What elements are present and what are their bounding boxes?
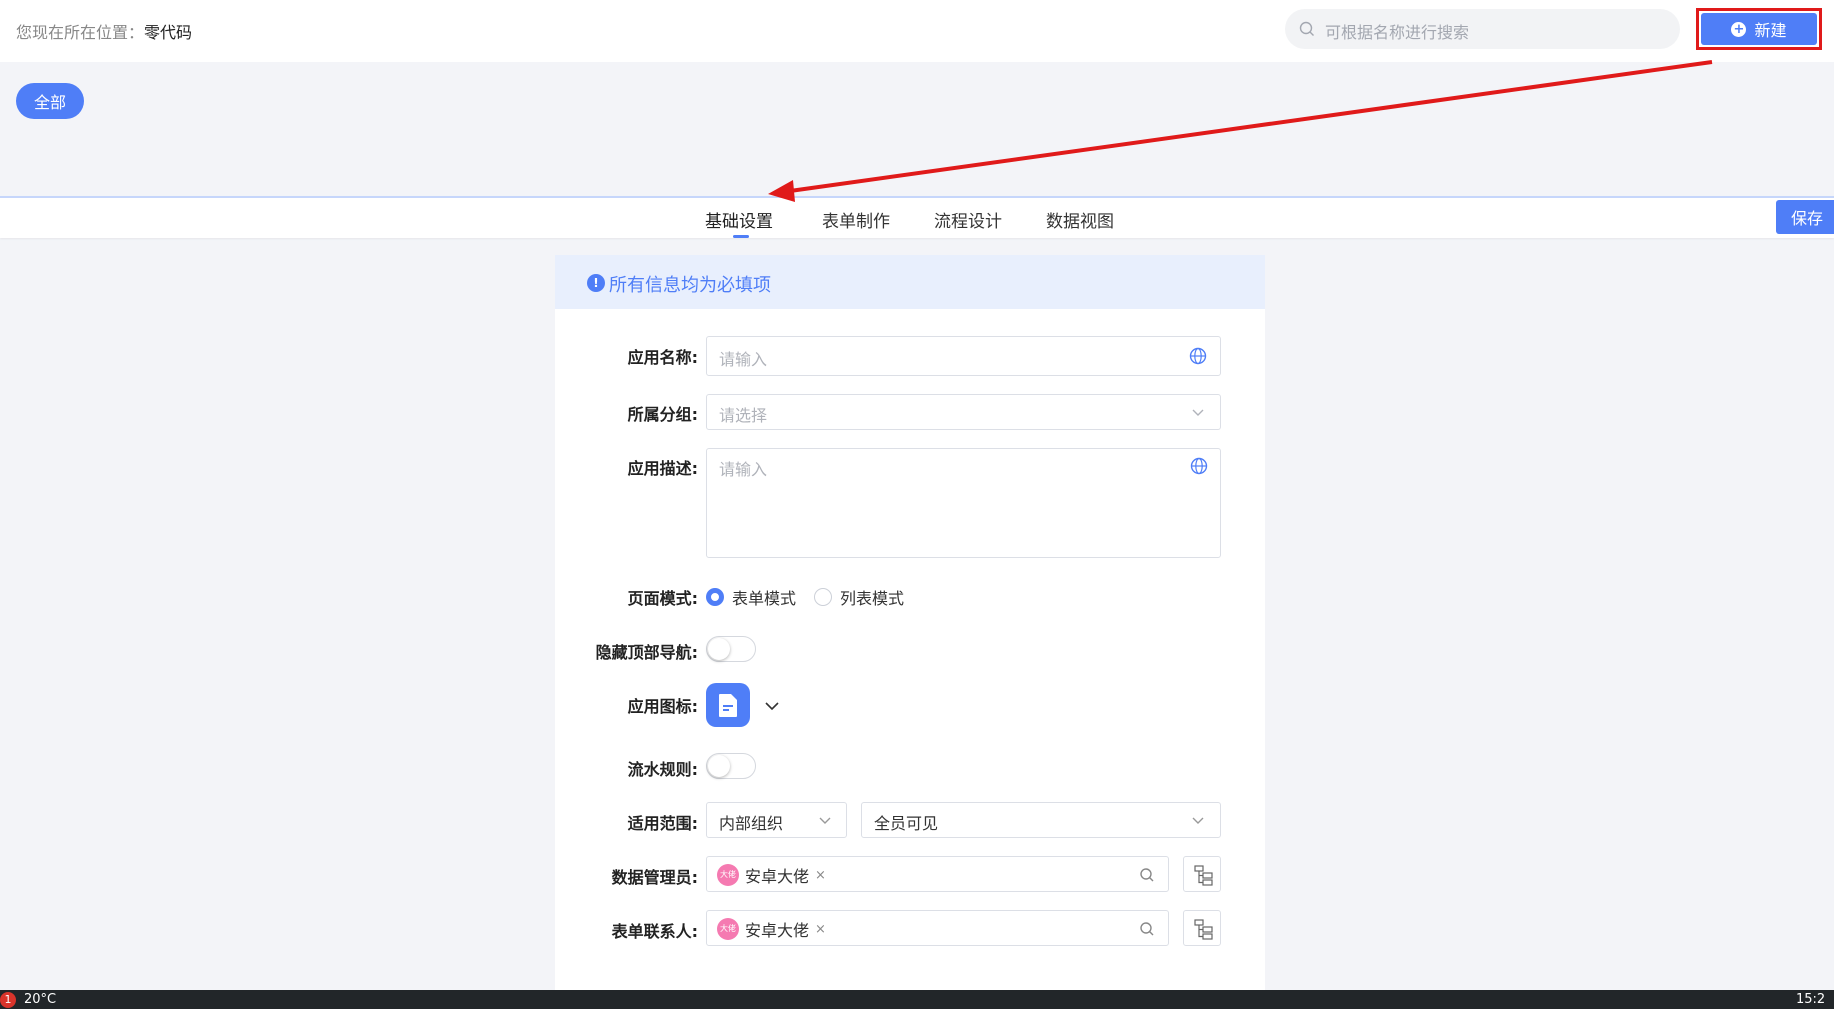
group-select[interactable]: 请选择 <box>706 394 1221 430</box>
user-tag: 大佬 安卓大佬 × <box>717 863 826 887</box>
breadcrumb-current[interactable]: 零代码 <box>144 23 192 42</box>
search-icon[interactable] <box>1139 867 1155 883</box>
chevron-down-icon[interactable] <box>764 698 780 714</box>
notice-banner: ! 所有信息均为必填项 <box>555 255 1265 309</box>
chevron-down-icon <box>819 817 831 824</box>
info-icon: ! <box>587 274 605 292</box>
tab-form-design[interactable]: 表单制作 <box>822 207 890 232</box>
document-icon[interactable] <box>706 683 750 727</box>
active-tab-indicator <box>733 235 749 238</box>
description-textarea[interactable]: 请输入 <box>706 448 1221 558</box>
new-button-highlight: + 新建 <box>1696 8 1822 50</box>
data-admin-picker[interactable]: 大佬 安卓大佬 × <box>706 856 1169 892</box>
app-name-placeholder: 请输入 <box>719 350 768 369</box>
globe-icon[interactable] <box>1190 457 1208 475</box>
app-name-input[interactable]: 请输入 <box>706 336 1221 376</box>
org-tree-icon <box>1194 919 1213 940</box>
close-icon[interactable]: × <box>815 868 826 883</box>
radio-form-mode-label: 表单模式 <box>732 589 797 608</box>
breadcrumb-prefix: 您现在所在位置： <box>16 23 145 42</box>
radio-list-mode-label: 列表模式 <box>840 589 905 608</box>
form-contact-label: 表单联系人: <box>611 922 698 941</box>
serial-rule-toggle[interactable] <box>706 753 756 779</box>
data-admin-label: 数据管理员: <box>611 868 698 887</box>
radio-unchecked-icon <box>814 588 832 606</box>
org-tree-button[interactable] <box>1183 910 1221 946</box>
group-label: 所属分组: <box>627 405 698 424</box>
notice-text: 所有信息均为必填项 <box>609 275 771 296</box>
search-placeholder: 可根据名称进行搜索 <box>1325 23 1470 42</box>
user-tag-name: 安卓大佬 <box>745 921 810 940</box>
filter-all-button[interactable]: 全部 <box>16 83 84 119</box>
weather-temperature[interactable]: 20°C <box>24 992 56 1007</box>
org-tree-button[interactable] <box>1183 856 1221 892</box>
close-icon[interactable]: × <box>815 922 826 937</box>
group-placeholder: 请选择 <box>719 406 768 425</box>
radio-form-mode[interactable]: 表单模式 <box>706 585 796 609</box>
save-button[interactable]: 保存 <box>1776 200 1834 234</box>
org-tree-icon <box>1194 865 1213 886</box>
radio-checked-icon <box>706 588 724 606</box>
toggle-knob <box>708 638 730 660</box>
scope-org-value: 内部组织 <box>719 814 784 833</box>
user-tag: 大佬 安卓大佬 × <box>717 917 826 941</box>
plus-circle-icon: + <box>1731 21 1747 37</box>
document-glyph <box>719 694 737 717</box>
search-icon[interactable] <box>1139 921 1155 937</box>
search-input[interactable]: 可根据名称进行搜索 <box>1285 9 1680 49</box>
tab-basic-settings[interactable]: 基础设置 <box>705 207 773 232</box>
hide-nav-toggle[interactable] <box>706 636 756 662</box>
page-mode-label: 页面模式: <box>627 589 698 608</box>
form-contact-picker[interactable]: 大佬 安卓大佬 × <box>706 910 1169 946</box>
new-button-label: 新建 <box>1754 21 1787 40</box>
search-icon <box>1299 21 1314 36</box>
tab-data-view[interactable]: 数据视图 <box>1046 207 1114 232</box>
clock[interactable]: 15:2 <box>1796 992 1825 1007</box>
breadcrumb: 您现在所在位置：零代码 <box>16 19 192 43</box>
hide-nav-label: 隐藏顶部导航: <box>595 643 698 662</box>
description-placeholder: 请输入 <box>719 460 768 479</box>
toggle-knob <box>708 755 730 777</box>
tab-bar: 基础设置 表单制作 流程设计 数据视图 保存 <box>0 196 1834 238</box>
chevron-down-icon <box>1192 409 1204 416</box>
avatar: 大佬 <box>717 864 739 886</box>
serial-rule-label: 流水规则: <box>627 760 698 779</box>
scope-org-select[interactable]: 内部组织 <box>706 802 847 838</box>
user-tag-name: 安卓大佬 <box>745 867 810 886</box>
globe-icon[interactable] <box>1189 347 1207 365</box>
os-taskbar: 1 20°C 15:2 <box>0 990 1834 1009</box>
notification-badge[interactable]: 1 <box>0 992 16 1008</box>
chevron-down-icon <box>1192 817 1204 824</box>
radio-list-mode[interactable]: 列表模式 <box>814 585 904 609</box>
tab-flow-design[interactable]: 流程设计 <box>934 207 1002 232</box>
scope-label: 适用范围: <box>627 814 698 833</box>
scope-visibility-select[interactable]: 全员可见 <box>861 802 1221 838</box>
app-icon-label: 应用图标: <box>627 697 698 716</box>
new-button[interactable]: + 新建 <box>1701 13 1817 45</box>
top-bar: 您现在所在位置：零代码 可根据名称进行搜索 + 新建 <box>0 0 1834 62</box>
app-name-label: 应用名称: <box>627 348 698 367</box>
description-label: 应用描述: <box>627 459 698 478</box>
avatar: 大佬 <box>717 918 739 940</box>
scope-visibility-value: 全员可见 <box>874 814 939 833</box>
